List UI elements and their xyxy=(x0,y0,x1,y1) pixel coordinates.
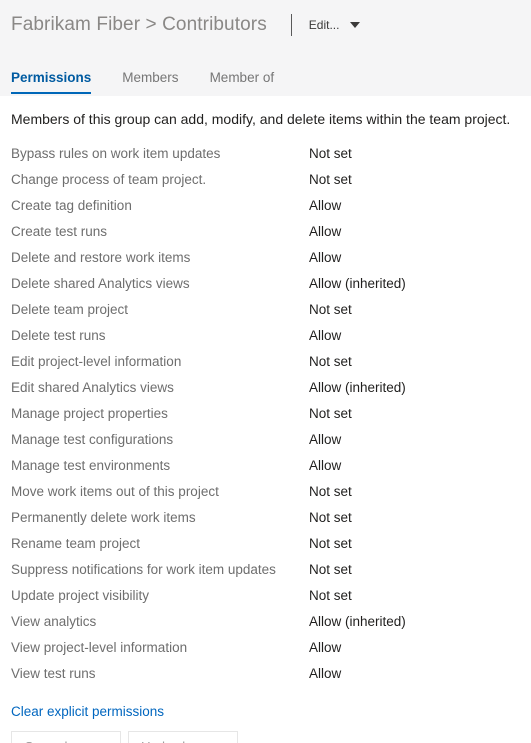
permission-name: View analytics xyxy=(11,614,97,629)
permission-value[interactable]: Allow xyxy=(309,661,341,687)
permission-name: Delete and restore work items xyxy=(11,250,191,265)
table-row[interactable]: Delete team project Not set xyxy=(0,297,531,323)
table-row[interactable]: Delete test runs Allow xyxy=(0,323,531,349)
permission-value[interactable]: Allow xyxy=(309,323,341,349)
permission-name: Manage test environments xyxy=(11,458,171,473)
permission-value[interactable]: Not set xyxy=(309,557,352,583)
table-row[interactable]: Manage test configurations Allow xyxy=(0,427,531,453)
table-row[interactable]: Manage test environments Allow xyxy=(0,453,531,479)
permission-name: Edit shared Analytics views xyxy=(11,380,174,395)
permission-value[interactable]: Not set xyxy=(309,141,352,167)
permission-name: Delete test runs xyxy=(11,328,106,343)
permission-value[interactable]: Not set xyxy=(309,349,352,375)
permission-value[interactable]: Allow xyxy=(309,245,341,271)
permission-name: Delete shared Analytics views xyxy=(11,276,190,291)
table-row[interactable]: View test runs Allow xyxy=(0,661,531,687)
tab-bar: Permissions Members Member of xyxy=(11,70,274,94)
table-row[interactable]: Update project visibility Not set xyxy=(0,583,531,609)
permission-value[interactable]: Allow xyxy=(309,427,341,453)
table-row[interactable]: Create tag definition Allow xyxy=(0,193,531,219)
group-description: Members of this group can add, modify, a… xyxy=(11,111,511,127)
tab-members[interactable]: Members xyxy=(122,70,178,94)
permission-value[interactable]: Allow (inherited) xyxy=(309,375,406,401)
permission-value[interactable]: Allow xyxy=(309,635,341,661)
permission-value[interactable]: Not set xyxy=(309,531,352,557)
permission-value[interactable]: Not set xyxy=(309,167,352,193)
table-row[interactable]: Edit project-level information Not set xyxy=(0,349,531,375)
permission-name: Permanently delete work items xyxy=(11,510,196,525)
permission-name: Manage project properties xyxy=(11,406,168,421)
page-title: Fabrikam Fiber > Contributors xyxy=(11,14,267,35)
table-row[interactable]: Delete shared Analytics views Allow (inh… xyxy=(0,271,531,297)
permission-name: Create test runs xyxy=(11,224,108,239)
permission-name: View test runs xyxy=(11,666,96,681)
undo-changes-button[interactable]: Undo changes xyxy=(128,731,238,743)
table-row[interactable]: Move work items out of this project Not … xyxy=(0,479,531,505)
tab-member-of-label: Member of xyxy=(209,70,275,85)
permissions-page: Fabrikam Fiber > Contributors Edit... Pe… xyxy=(0,0,531,743)
permission-name: Move work items out of this project xyxy=(11,484,219,499)
table-row[interactable]: Suppress notifications for work item upd… xyxy=(0,557,531,583)
table-row[interactable]: Rename team project Not set xyxy=(0,531,531,557)
title-row: Fabrikam Fiber > Contributors Edit... xyxy=(11,11,361,39)
permission-name: Update project visibility xyxy=(11,588,150,603)
permission-name: Edit project-level information xyxy=(11,354,182,369)
permission-value[interactable]: Allow xyxy=(309,219,341,245)
permission-name: Delete team project xyxy=(11,302,129,317)
permission-name: View project-level information xyxy=(11,640,188,655)
permission-name: Manage test configurations xyxy=(11,432,174,447)
tab-permissions-label: Permissions xyxy=(11,70,92,85)
footer-button-group: Save changes Undo changes xyxy=(11,731,238,743)
permission-name: Create tag definition xyxy=(11,198,132,213)
permission-value[interactable]: Allow (inherited) xyxy=(309,271,406,297)
table-row[interactable]: View analytics Allow (inherited) xyxy=(0,609,531,635)
permission-name: Rename team project xyxy=(11,536,141,551)
edit-dropdown-label: Edit... xyxy=(308,18,340,32)
permission-name: Suppress notifications for work item upd… xyxy=(11,562,276,577)
permission-value[interactable]: Allow (inherited) xyxy=(309,609,406,635)
table-row[interactable]: Create test runs Allow xyxy=(0,219,531,245)
title-divider xyxy=(290,14,292,36)
table-row[interactable]: Manage project properties Not set xyxy=(0,401,531,427)
permission-value[interactable]: Allow xyxy=(309,193,341,219)
permission-name: Bypass rules on work item updates xyxy=(11,146,221,161)
permission-name: Change process of team project. xyxy=(11,172,207,187)
edit-dropdown-button[interactable]: Edit... xyxy=(309,14,361,36)
permission-value[interactable]: Not set xyxy=(309,505,352,531)
save-changes-button[interactable]: Save changes xyxy=(11,731,121,743)
table-row[interactable]: Change process of team project. Not set xyxy=(0,167,531,193)
table-row[interactable]: Delete and restore work items Allow xyxy=(0,245,531,271)
clear-explicit-permissions-link[interactable]: Clear explicit permissions xyxy=(11,703,164,721)
permission-value[interactable]: Not set xyxy=(309,479,352,505)
tab-permissions[interactable]: Permissions xyxy=(11,70,92,94)
table-row[interactable]: View project-level information Allow xyxy=(0,635,531,661)
permission-value[interactable]: Not set xyxy=(309,297,352,323)
chevron-down-icon xyxy=(350,22,361,28)
permission-value[interactable]: Not set xyxy=(309,583,352,609)
table-row[interactable]: Permanently delete work items Not set xyxy=(0,505,531,531)
tab-member-of[interactable]: Member of xyxy=(210,70,275,94)
table-row[interactable]: Bypass rules on work item updates Not se… xyxy=(0,141,531,167)
tab-members-label: Members xyxy=(122,70,179,85)
permission-value[interactable]: Not set xyxy=(309,401,352,427)
permissions-list: Bypass rules on work item updates Not se… xyxy=(0,141,531,687)
table-row[interactable]: Edit shared Analytics views Allow (inher… xyxy=(0,375,531,401)
permission-value[interactable]: Allow xyxy=(309,453,341,479)
